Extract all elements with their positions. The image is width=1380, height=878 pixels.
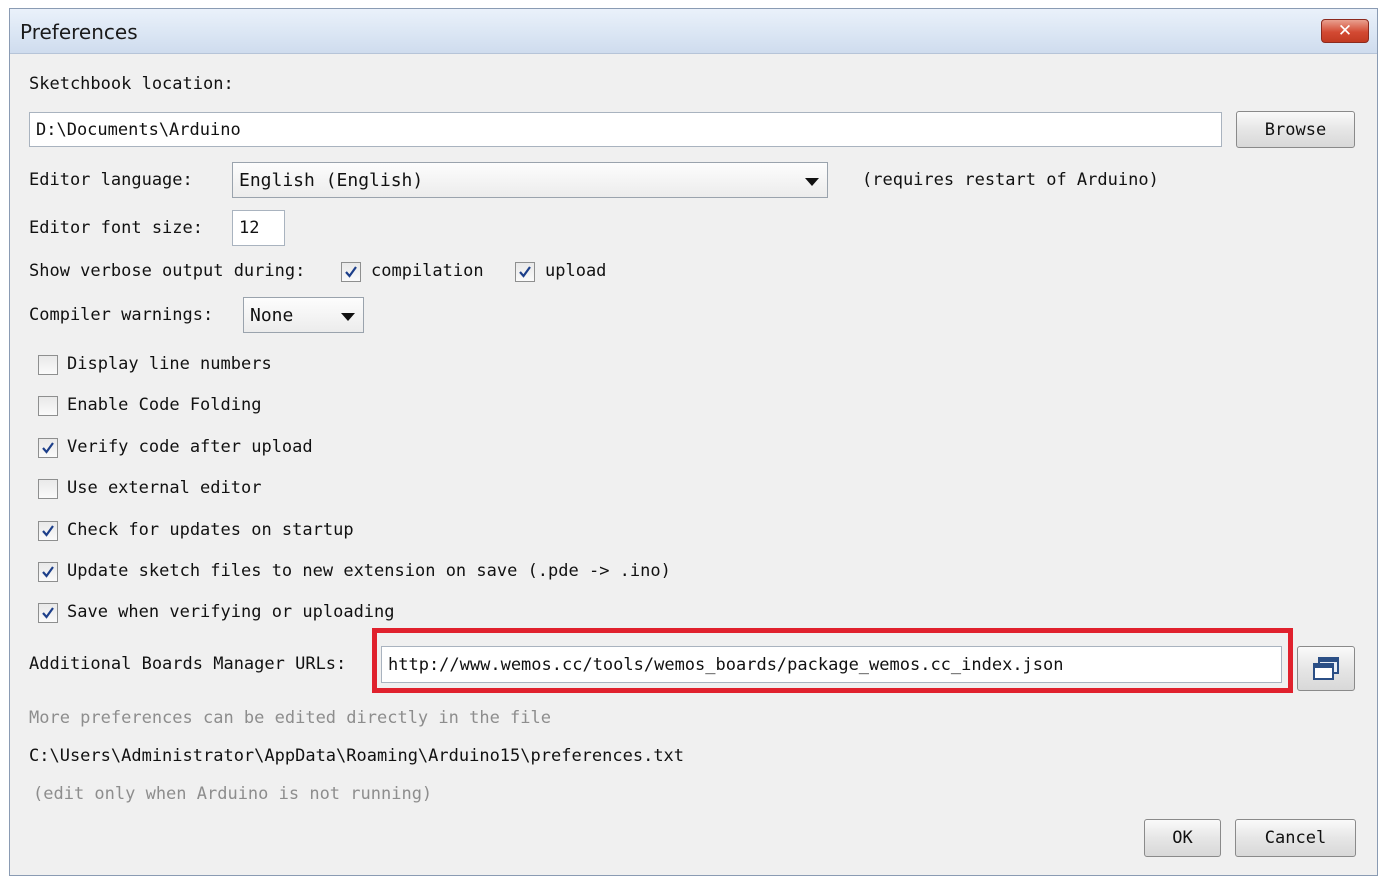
upload-label: upload: [545, 261, 607, 281]
option-checkbox[interactable]: [38, 396, 58, 416]
compiler-warnings-label: Compiler warnings:: [29, 305, 214, 325]
window-title: Preferences: [20, 20, 138, 44]
boards-manager-urls-label: Additional Boards Manager URLs:: [29, 654, 347, 674]
browse-button[interactable]: Browse: [1236, 111, 1355, 148]
check-icon: [42, 566, 54, 578]
option-label: Check for updates on startup: [67, 520, 354, 540]
sketchbook-location-input[interactable]: D:\Documents\Arduino: [29, 112, 1222, 147]
edit-urls-button[interactable]: [1297, 646, 1355, 691]
compilation-checkbox[interactable]: [341, 262, 361, 282]
chevron-down-icon: [341, 313, 355, 321]
more-preferences-text: More preferences can be edited directly …: [29, 708, 551, 728]
ok-button[interactable]: OK: [1144, 819, 1221, 857]
editor-language-select[interactable]: English (English): [232, 162, 828, 198]
option-checkbox[interactable]: [38, 479, 58, 499]
check-icon: [345, 266, 357, 278]
check-icon: [42, 525, 54, 537]
option-checkbox[interactable]: [38, 562, 58, 582]
close-button[interactable]: ✕: [1321, 19, 1369, 43]
preferences-file-path: C:\Users\Administrator\AppData\Roaming\A…: [29, 746, 685, 766]
edit-only-note: (edit only when Arduino is not running): [33, 784, 433, 804]
option-label: Save when verifying or uploading: [67, 602, 395, 622]
expand-window-icon: [1313, 656, 1339, 680]
title-bar: Preferences ✕: [10, 9, 1377, 54]
option-checkbox[interactable]: [38, 438, 58, 458]
upload-checkbox[interactable]: [515, 262, 535, 282]
option-checkbox[interactable]: [38, 521, 58, 541]
verbose-output-label: Show verbose output during:: [29, 261, 306, 281]
cancel-button[interactable]: Cancel: [1235, 819, 1356, 857]
option-label: Display line numbers: [67, 354, 272, 374]
chevron-down-icon: [805, 178, 819, 186]
compiler-warnings-value: None: [250, 304, 294, 326]
option-label: Enable Code Folding: [67, 395, 262, 415]
check-icon: [42, 442, 54, 454]
check-icon: [42, 607, 54, 619]
compilation-label: compilation: [371, 261, 484, 281]
compiler-warnings-select[interactable]: None: [243, 297, 364, 333]
option-label: Update sketch files to new extension on …: [67, 561, 671, 581]
option-checkbox[interactable]: [38, 355, 58, 375]
editor-language-value: English (English): [239, 169, 424, 191]
editor-font-size-input[interactable]: 12: [232, 210, 285, 246]
check-icon: [519, 266, 531, 278]
highlight-box: [372, 628, 1293, 693]
editor-language-label: Editor language:: [29, 170, 193, 190]
sketchbook-label: Sketchbook location:: [29, 74, 234, 94]
option-checkbox[interactable]: [38, 603, 58, 623]
editor-font-size-label: Editor font size:: [29, 218, 203, 238]
restart-note: (requires restart of Arduino): [862, 170, 1159, 190]
option-label: Verify code after upload: [67, 437, 313, 457]
option-label: Use external editor: [67, 478, 262, 498]
